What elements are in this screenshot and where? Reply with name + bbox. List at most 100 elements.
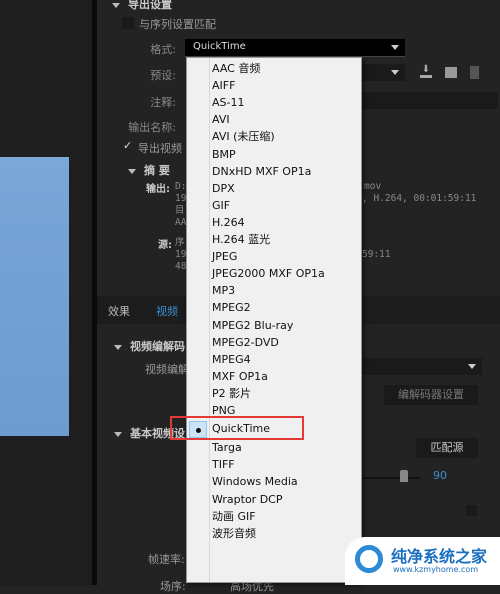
format-option-label: P2 影片 — [212, 386, 252, 400]
source-label: 源: — [158, 240, 172, 251]
format-option-label: 动画 GIF — [212, 509, 256, 523]
format-option[interactable]: MXF OP1a — [187, 368, 361, 385]
summary-header[interactable]: 摘 要 — [128, 162, 170, 178]
format-option[interactable]: MPEG2 Blu-ray — [187, 317, 361, 334]
match-sequence-label: 与序列设置匹配 — [139, 18, 216, 31]
quality-value[interactable]: 90 — [433, 469, 447, 482]
format-option-label: TIFF — [212, 458, 235, 472]
format-option[interactable]: JPEG2000 MXF OP1a — [187, 265, 361, 282]
format-option[interactable]: BMP — [187, 146, 361, 163]
format-option[interactable]: MPEG2 — [187, 299, 361, 316]
format-option[interactable]: Wraptor DCP — [187, 491, 361, 508]
format-option-label: AS-11 — [212, 96, 245, 110]
summary-title: 摘 要 — [144, 164, 170, 177]
match-source-button[interactable]: 匹配源 — [416, 438, 478, 458]
format-label: 格式: — [150, 43, 176, 56]
format-option-label: MPEG2 Blu-ray — [212, 318, 294, 332]
summary-line: 59:11 — [362, 249, 391, 260]
format-option[interactable]: MPEG2-DVD — [187, 334, 361, 351]
watermark: 纯净系统之家 www.kzmyhome.com — [345, 537, 500, 585]
format-option[interactable]: AIFF — [187, 77, 361, 94]
format-option[interactable]: P2 影片 — [187, 385, 361, 402]
summary-line: mov — [364, 181, 382, 192]
format-option-label: H.264 — [212, 215, 245, 229]
format-option[interactable]: TIFF — [187, 456, 361, 473]
source-lines: 序 19 48 — [175, 237, 186, 273]
collapse-triangle-icon — [114, 344, 122, 350]
format-option-label: 波形音频 — [212, 526, 256, 540]
watermark-logo-icon — [355, 545, 383, 573]
format-option[interactable]: Windows Media — [187, 473, 361, 490]
format-option-label: MP3 — [212, 284, 236, 298]
format-option[interactable]: 波形音频 — [187, 525, 361, 542]
format-option-label: AVI — [212, 113, 230, 127]
format-option-label: MPEG4 — [212, 352, 251, 366]
delete-preset-icon[interactable] — [470, 66, 479, 79]
field-order-label: 场序: — [160, 580, 186, 593]
format-option[interactable]: AVI — [187, 111, 361, 128]
format-option-label: Targa — [212, 441, 242, 455]
format-option-label: AAC 音频 — [212, 62, 261, 75]
section-title: 视频编解码 — [130, 340, 185, 353]
format-option[interactable]: JPEG — [187, 248, 361, 265]
chevron-down-icon — [391, 70, 399, 75]
format-option-label: JPEG2000 MXF OP1a — [212, 267, 325, 281]
format-option[interactable]: AS-11 — [187, 94, 361, 111]
format-dropdown-menu[interactable]: AAC 音频 AIFF AS-11 AVI AVI (未压缩) BMP DNxHD MXF … — [186, 57, 362, 583]
panel-divider[interactable] — [92, 0, 97, 585]
comment-input[interactable] — [362, 92, 498, 109]
format-option[interactable]: AAC 音频 — [187, 60, 361, 77]
format-option-label: MPEG2 — [212, 301, 251, 315]
tab-video[interactable]: 视频 — [156, 303, 178, 319]
tab-effects[interactable]: 效果 — [108, 303, 130, 319]
export-video-checkbox[interactable]: ✓ — [123, 139, 132, 152]
video-codec-header[interactable]: 视频编解码 — [114, 338, 185, 354]
save-preset-icon[interactable]: ⬇ — [420, 65, 432, 78]
format-option[interactable]: Targa — [187, 439, 361, 456]
quality-slider-track[interactable] — [362, 477, 420, 479]
export-video-label: 导出视频 — [138, 142, 182, 155]
checkbox[interactable] — [466, 505, 477, 516]
video-codec-label: 视频编解 — [145, 363, 189, 376]
codec-settings-button[interactable]: 编解码器设置 — [384, 385, 478, 405]
format-option-label: DPX — [212, 181, 235, 195]
format-option[interactable]: MP3 — [187, 282, 361, 299]
watermark-text: 纯净系统之家 — [391, 547, 488, 566]
format-option-label: Windows Media — [212, 475, 298, 489]
export-settings-header[interactable]: 导出设置 — [112, 0, 172, 12]
format-option-label: MXF OP1a — [212, 369, 268, 383]
format-value: QuickTime — [193, 41, 246, 52]
output-lines: D: 19 目 AA — [175, 181, 186, 229]
format-select[interactable]: QuickTime — [185, 39, 405, 57]
format-option[interactable]: H.264 蓝光 — [187, 231, 361, 248]
summary-line: 序 — [175, 237, 185, 248]
format-option[interactable]: AVI (未压缩) — [187, 128, 361, 145]
summary-line: , H.264, 00:01:59:11 — [362, 193, 477, 204]
summary-line: 目 — [175, 205, 185, 216]
format-option[interactable]: 动画 GIF — [187, 508, 361, 525]
frame-rate-label: 帧速率: — [148, 553, 185, 566]
format-option-label: AVI (未压缩) — [212, 130, 275, 144]
match-sequence-checkbox[interactable] — [122, 17, 134, 29]
import-preset-icon[interactable] — [445, 67, 457, 78]
collapse-triangle-icon — [128, 168, 136, 174]
summary-line: AA — [175, 217, 187, 228]
format-option[interactable]: GIF — [187, 197, 361, 214]
chevron-down-icon — [391, 45, 399, 50]
format-option[interactable]: DPX — [187, 180, 361, 197]
format-option[interactable]: DNxHD MXF OP1a — [187, 163, 361, 180]
video-codec-select[interactable] — [362, 358, 482, 375]
comment-label: 注释: — [150, 96, 176, 109]
format-option[interactable]: H.264 — [187, 214, 361, 231]
collapse-triangle-icon — [112, 2, 120, 8]
preset-select[interactable] — [362, 64, 405, 81]
format-option-label: Wraptor DCP — [212, 492, 283, 506]
output-name-label: 输出名称: — [128, 121, 176, 134]
quality-slider-thumb[interactable] — [400, 470, 408, 482]
format-option-label: AIFF — [212, 79, 236, 93]
format-option-label: BMP — [212, 147, 236, 161]
highlight-annotation-box — [170, 416, 304, 440]
video-preview-image — [0, 157, 69, 436]
format-option[interactable]: MPEG4 — [187, 351, 361, 368]
chevron-down-icon — [468, 364, 476, 369]
